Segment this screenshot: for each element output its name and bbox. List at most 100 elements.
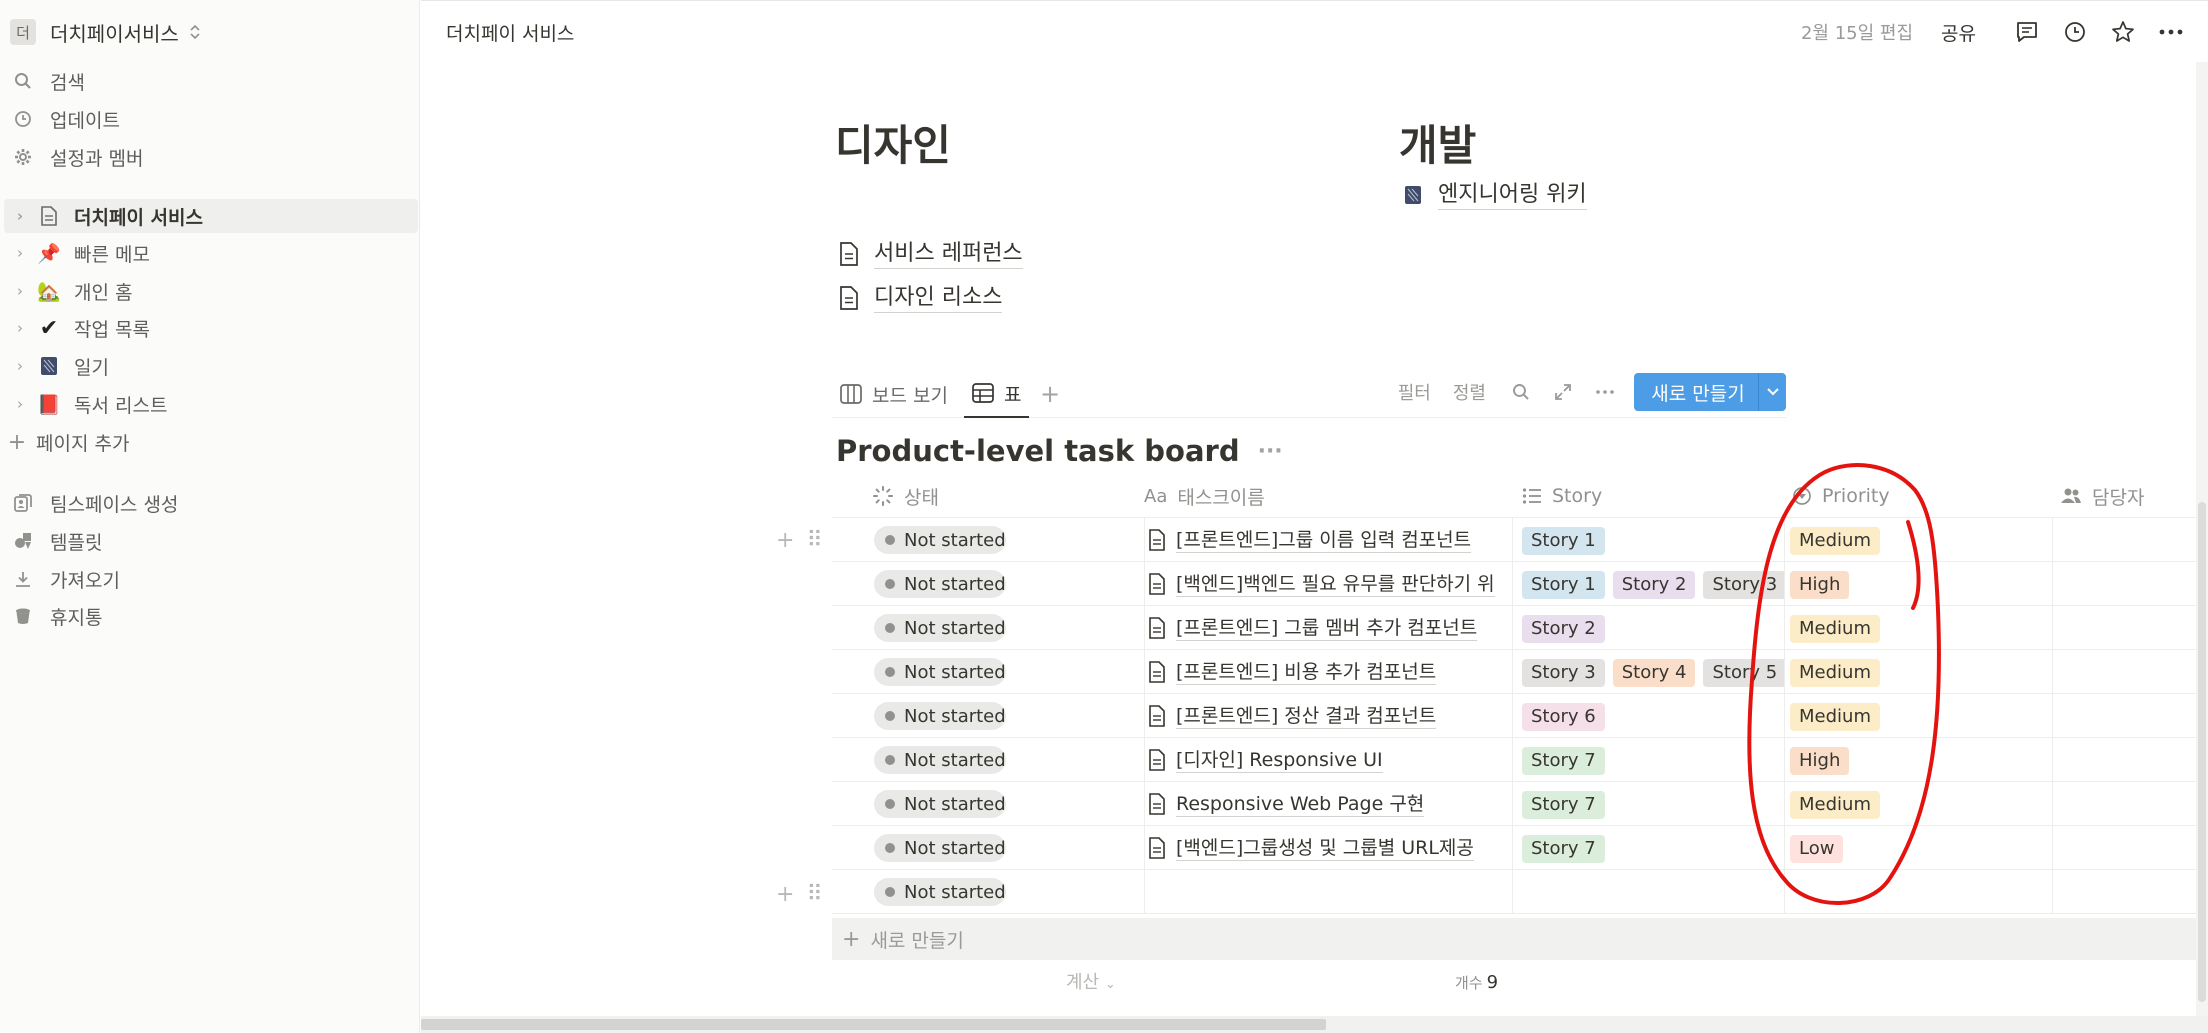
chevron-right-icon[interactable]: ›: [4, 357, 36, 375]
row-add-handle[interactable]: + ⠿: [776, 518, 823, 562]
sidebar-page-diary[interactable]: › 일기: [4, 349, 418, 383]
sidebar-item-import[interactable]: 가져오기: [10, 562, 120, 596]
plus-icon[interactable]: +: [776, 528, 794, 553]
tab-label: 보드 보기: [872, 384, 948, 407]
workspace-switcher[interactable]: 더 더치페이서비스: [10, 16, 201, 48]
comment-icon[interactable]: [2010, 15, 2044, 49]
new-row-button[interactable]: + 새로 만들기: [832, 918, 2208, 960]
column-header-name[interactable]: Aa 태스크이름: [1144, 474, 1265, 518]
sidebar-item-updates[interactable]: 업데이트: [10, 102, 120, 136]
sidebar-page-quick-memo[interactable]: › 📌 빠른 메모: [4, 236, 418, 270]
status-label: Not started: [904, 661, 1006, 683]
status-badge[interactable]: Not started: [874, 878, 1006, 906]
new-item-button[interactable]: 새로 만들기: [1634, 373, 1786, 411]
plus-icon: +: [842, 926, 861, 952]
task-name-cell[interactable]: [디자인] Responsive UI: [1148, 738, 1538, 782]
page-icon: [1148, 573, 1166, 595]
status-label: Not started: [904, 881, 1006, 903]
calculate-button[interactable]: 계산 ⌄: [1066, 968, 1116, 994]
plus-icon[interactable]: +: [776, 882, 794, 907]
status-badge[interactable]: Not started: [874, 834, 1006, 862]
column-header-story[interactable]: Story: [1522, 474, 1602, 518]
status-badge[interactable]: Not started: [874, 658, 1006, 686]
status-badge[interactable]: Not started: [874, 614, 1006, 642]
task-name-cell[interactable]: [프론트엔드] 그룹 멤버 추가 컴포넌트: [1148, 606, 1538, 650]
sidebar-page-personal-home[interactable]: › 🏡 개인 홈: [4, 274, 418, 308]
sidebar-page-label: 일기: [74, 356, 109, 379]
chevron-right-icon[interactable]: ›: [4, 395, 36, 413]
more-icon[interactable]: [2154, 15, 2188, 49]
breadcrumb[interactable]: 더치페이 서비스: [446, 19, 574, 46]
task-name-cell[interactable]: [백엔드]그룹생성 및 그룹별 URL제공: [1148, 826, 1538, 870]
task-name-cell[interactable]: [프론트엔드] 정산 결과 컴포넌트: [1148, 694, 1538, 738]
filter-button[interactable]: 필터: [1398, 379, 1431, 405]
plus-icon: +: [7, 429, 27, 455]
chevron-down-icon[interactable]: [1758, 373, 1786, 411]
task-name-cell[interactable]: [프론트엔드] 비용 추가 컴포넌트: [1148, 650, 1538, 694]
database-title[interactable]: Product-level task board: [836, 434, 1240, 468]
add-page-button[interactable]: + 페이지 추가: [4, 425, 130, 459]
link-engineering-wiki[interactable]: 엔지니어링 위키: [1400, 178, 1587, 212]
star-icon[interactable]: [2106, 15, 2140, 49]
chevron-right-icon[interactable]: ›: [4, 319, 36, 337]
more-icon[interactable]: [1592, 379, 1618, 405]
table-row[interactable]: Not started [디자인] Responsive UI Story 7 Hig…: [832, 738, 2208, 782]
horizontal-scrollbar[interactable]: [421, 1016, 2208, 1033]
add-page-label: 페이지 추가: [36, 432, 130, 455]
table-row[interactable]: Not started: [832, 870, 2208, 914]
status-badge[interactable]: Not started: [874, 790, 1006, 818]
vertical-scrollbar[interactable]: [2196, 62, 2208, 1016]
drag-handle-icon[interactable]: ⠿: [806, 882, 822, 907]
link-service-reference[interactable]: 서비스 레퍼런스: [836, 237, 1023, 271]
scrollbar-thumb[interactable]: [421, 1019, 1326, 1030]
sidebar-item-search[interactable]: 검색: [10, 64, 85, 98]
table-row[interactable]: Not started Responsive Web Page 구현 Story 7…: [832, 782, 2208, 826]
row-add-handle[interactable]: + ⠿: [776, 872, 823, 916]
app-window: 더 더치페이서비스 검색 업데이트 설정과 멤버 › 더치페이 서비스 › 📌 …: [0, 0, 2208, 1033]
sidebar-item-create-teamspace[interactable]: 팀스페이스 생성: [10, 486, 178, 520]
sidebar-item-label: 팀스페이스 생성: [50, 493, 179, 516]
status-badge[interactable]: Not started: [874, 526, 1006, 554]
more-icon[interactable]: ···: [1258, 439, 1283, 464]
sidebar-item-templates[interactable]: 템플릿: [10, 524, 102, 558]
table-row[interactable]: Not started [프론트엔드] 그룹 멤버 추가 컴포넌트 Story 2M…: [832, 606, 2208, 650]
column-header-status[interactable]: 상태: [872, 474, 939, 518]
sidebar-page-task-list[interactable]: › ✔ 작업 목록: [4, 311, 418, 345]
sidebar-item-label: 휴지통: [50, 606, 103, 629]
column-divider: [2052, 650, 2053, 693]
column-header-assignee[interactable]: 담당자: [2060, 474, 2144, 518]
history-icon[interactable]: [2058, 15, 2092, 49]
link-design-resources[interactable]: 디자인 리소스: [836, 281, 1003, 315]
table-row[interactable]: Not started [프론트엔드] 비용 추가 컴포넌트 Story 3 Stor…: [832, 650, 2208, 694]
status-badge[interactable]: Not started: [874, 570, 1006, 598]
status-badge[interactable]: Not started: [874, 746, 1006, 774]
search-icon[interactable]: [1508, 379, 1534, 405]
gear-icon: [10, 148, 36, 166]
chevron-right-icon[interactable]: ›: [4, 244, 36, 262]
table-row[interactable]: Not started [백엔드]그룹생성 및 그룹별 URL제공 Story 7L…: [832, 826, 2208, 870]
sidebar-page-dutchpay[interactable]: › 더치페이 서비스: [4, 199, 418, 233]
task-name-cell[interactable]: [프론트엔드]그룹 이름 입력 컴포넌트: [1148, 518, 1538, 562]
tab-table-view[interactable]: 표: [964, 370, 1030, 418]
sidebar-item-trash[interactable]: 휴지통: [10, 599, 102, 633]
sort-button[interactable]: 정렬: [1453, 379, 1486, 405]
page-icon: [836, 242, 862, 266]
table-row[interactable]: Not started [프론트엔드]그룹 이름 입력 컴포넌트 Story 1 Me…: [832, 518, 2208, 562]
table-row[interactable]: Not started [프론트엔드] 정산 결과 컴포넌트 Story 6 Medi…: [832, 694, 2208, 738]
add-view-button[interactable]: +: [1040, 370, 1060, 418]
drag-handle-icon[interactable]: ⠿: [806, 528, 822, 553]
status-label: Not started: [904, 793, 1006, 815]
table-row[interactable]: Not started [백엔드]백엔드 필요 유무를 판단하기 위 Story 1…: [832, 562, 2208, 606]
chevron-right-icon[interactable]: ›: [4, 207, 36, 225]
task-name-cell[interactable]: [백엔드]백엔드 필요 유무를 판단하기 위: [1148, 562, 1538, 606]
sidebar-page-reading-list[interactable]: › 📕 독서 리스트: [4, 387, 418, 421]
task-name-cell[interactable]: Responsive Web Page 구현: [1148, 782, 1538, 826]
chevron-right-icon[interactable]: ›: [4, 282, 36, 300]
share-button[interactable]: 공유: [1941, 19, 1976, 46]
sidebar-item-settings[interactable]: 설정과 멤버: [10, 140, 143, 174]
story-tag: Story 7: [1522, 791, 1605, 819]
status-badge[interactable]: Not started: [874, 702, 1006, 730]
tab-board-view[interactable]: 보드 보기: [840, 370, 948, 418]
scrollbar-thumb[interactable]: [2198, 502, 2206, 1002]
expand-icon[interactable]: [1550, 379, 1576, 405]
